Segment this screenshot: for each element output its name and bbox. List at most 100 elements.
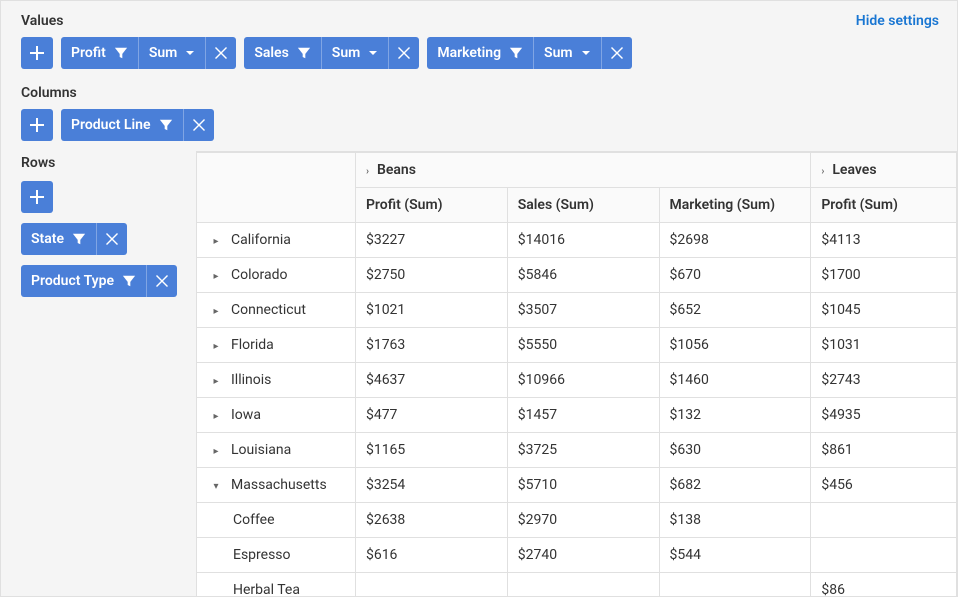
row-label-cell: ▸ Illinois (197, 363, 356, 398)
chevron-down-icon (581, 48, 591, 58)
column-chip: Product Line (61, 109, 214, 141)
close-icon (398, 47, 410, 59)
add-value-button[interactable] (21, 37, 53, 69)
value-chip-name-part[interactable]: Sales (244, 37, 321, 69)
data-cell (659, 573, 811, 597)
value-chip-name: Profit (71, 45, 106, 61)
row-label: Illinois (231, 372, 271, 388)
data-cell: $138 (659, 503, 811, 538)
data-cell: $1457 (507, 398, 659, 433)
value-chip-remove[interactable] (206, 37, 236, 69)
data-cell: $861 (811, 433, 957, 468)
row-label-cell: ▸ Iowa (197, 398, 356, 433)
data-cell: $477 (355, 398, 507, 433)
data-cell: $682 (659, 468, 811, 503)
value-chip-agg: Sum (332, 45, 361, 61)
filter-icon (297, 46, 311, 60)
row-label: California (231, 232, 291, 248)
table-row: ▸ California $3227$14016$2698$4113 (197, 223, 957, 258)
data-cell: $3725 (507, 433, 659, 468)
filter-icon (114, 46, 128, 60)
plus-icon (30, 46, 44, 60)
row-label: Colorado (231, 267, 287, 283)
rows-panel: Rows State Product Type (21, 149, 196, 597)
col-group-label: Beans (377, 162, 416, 178)
values-chip-row: ProfitSumSalesSumMarketingSum (21, 37, 937, 69)
value-chip-agg: Sum (149, 45, 178, 61)
col-sub-header: Profit (Sum) (811, 188, 957, 223)
add-column-button[interactable] (21, 109, 53, 141)
value-chip-name: Sales (254, 45, 288, 61)
row-toggle[interactable]: ▾ (207, 481, 225, 492)
row-label-cell: ▸ Connecticut (197, 293, 356, 328)
value-chip-remove[interactable] (389, 37, 419, 69)
row-label: Florida (231, 337, 274, 353)
row-toggle[interactable]: ▸ (207, 341, 225, 352)
col-group-label: Leaves (832, 162, 876, 178)
row-chip-remove[interactable] (97, 223, 127, 255)
value-chip: MarketingSum (427, 37, 631, 69)
data-cell: $14016 (507, 223, 659, 258)
row-label-cell: ▸Louisiana (197, 433, 356, 468)
data-cell: $5550 (507, 328, 659, 363)
data-cell: $3227 (355, 223, 507, 258)
column-chip-remove[interactable] (184, 109, 214, 141)
value-chip-agg-part[interactable]: Sum (534, 37, 602, 69)
row-header-blank (197, 153, 356, 223)
values-section: Values ProfitSumSalesSumMarketingSum (1, 1, 957, 73)
col-group-header[interactable]: › Leaves (811, 153, 957, 188)
data-cell: $4113 (811, 223, 957, 258)
close-icon (156, 275, 168, 287)
value-chip-remove[interactable] (602, 37, 632, 69)
row-label: Espresso (233, 547, 291, 563)
row-label: Coffee (233, 512, 275, 528)
data-cell: $3254 (355, 468, 507, 503)
row-toggle[interactable]: ▸ (207, 271, 225, 282)
data-cell: $544 (659, 538, 811, 573)
row-label-cell: ▸ California (197, 223, 356, 258)
table-row: ▸Iowa$477$1457$132$4935 (197, 398, 957, 433)
row-toggle[interactable]: ▸ (207, 306, 225, 317)
data-cell: $86 (811, 573, 957, 597)
data-cell: $2970 (507, 503, 659, 538)
data-cell: $1056 (659, 328, 811, 363)
data-cell: $670 (659, 258, 811, 293)
columns-chip-row: Product Line (21, 109, 937, 141)
value-chip-name-part[interactable]: Profit (61, 37, 139, 69)
data-cell: $2750 (355, 258, 507, 293)
row-chip-label-part[interactable]: State (21, 223, 97, 255)
row-toggle[interactable]: ▸ (207, 411, 225, 422)
data-cell: $1021 (355, 293, 507, 328)
value-chip-agg-part[interactable]: Sum (322, 37, 390, 69)
table-row: ▸Connecticut$1021$3507$652$1045 (197, 293, 957, 328)
chevron-right-icon: › (821, 166, 824, 177)
row-toggle[interactable]: ▸ (207, 236, 225, 247)
add-row-button[interactable] (21, 181, 53, 213)
row-chip-label: State (31, 231, 64, 247)
data-cell (811, 538, 957, 573)
columns-section: Columns Product Line (1, 73, 957, 145)
col-group-header[interactable]: ›Beans (355, 153, 810, 188)
data-cell: $1031 (811, 328, 957, 363)
row-toggle[interactable]: ▸ (207, 446, 225, 457)
rows-label: Rows (21, 155, 186, 171)
value-chip-name-part[interactable]: Marketing (427, 37, 534, 69)
value-chip-agg-part[interactable]: Sum (139, 37, 207, 69)
filter-icon (159, 118, 173, 132)
hide-settings-link[interactable]: Hide settings (856, 13, 939, 29)
column-chip-label-part[interactable]: Product Line (61, 109, 184, 141)
pivot-table: ›Beans›LeavesProfit (Sum)Sales (Sum)Mark… (196, 151, 957, 597)
row-chip-remove[interactable] (147, 265, 177, 297)
chevron-down-icon (368, 48, 378, 58)
row-toggle[interactable]: ▸ (207, 376, 225, 387)
row-chip-label-part[interactable]: Product Type (21, 265, 147, 297)
data-cell: $2638 (355, 503, 507, 538)
row-label: Iowa (231, 407, 261, 423)
values-label: Values (21, 13, 937, 29)
row-label: Connecticut (231, 302, 306, 318)
row-label-cell: Espresso (197, 538, 356, 573)
data-cell: $2698 (659, 223, 811, 258)
table-row: Herbal Tea$86 (197, 573, 957, 597)
chevron-down-icon (185, 48, 195, 58)
close-icon (611, 47, 623, 59)
